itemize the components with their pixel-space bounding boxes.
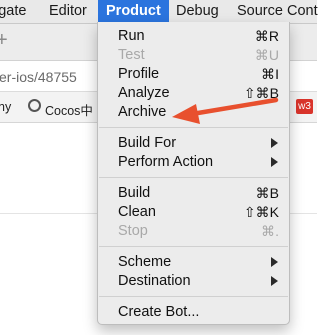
menubar-item-source-control[interactable]: Source Cont bbox=[237, 0, 318, 23]
menu-item-label: Analyze bbox=[118, 85, 170, 101]
menubar-item-product[interactable]: Product bbox=[98, 0, 169, 23]
menu-separator bbox=[99, 246, 288, 247]
menu-separator bbox=[99, 127, 288, 128]
submenu-arrow-icon bbox=[271, 276, 278, 286]
menu-item-shortcut: ⌘R bbox=[254, 28, 279, 44]
menubar-item-navigate[interactable]: igate bbox=[0, 0, 26, 23]
menu-separator bbox=[99, 177, 288, 178]
menu-item-label: Run bbox=[118, 28, 145, 44]
menubar-item-editor[interactable]: Editor bbox=[49, 0, 87, 23]
submenu-arrow-icon bbox=[271, 138, 278, 148]
menu-item-shortcut: ⌘. bbox=[261, 223, 279, 239]
menu-item-shortcut: ⌘I bbox=[261, 66, 279, 82]
menu-item-shortcut: ⇧⌘K bbox=[243, 204, 279, 220]
new-tab-plus-icon[interactable]: + bbox=[0, 30, 8, 50]
menu-item-label: Profile bbox=[118, 66, 160, 82]
menu-item-label: Create Bot... bbox=[118, 304, 200, 320]
bookmark-item[interactable]: Cocos中 bbox=[45, 100, 93, 119]
menu-item-label: Perform Action bbox=[118, 154, 214, 170]
menubar-item-debug[interactable]: Debug bbox=[176, 0, 219, 23]
menu-item-label: Archive bbox=[118, 104, 167, 120]
menu-item-shortcut: ⇧⌘B bbox=[243, 85, 279, 101]
submenu-arrow-icon bbox=[271, 257, 278, 267]
menu-item-label: Build For bbox=[118, 135, 177, 151]
menu-item-label: Clean bbox=[118, 204, 156, 220]
menu-item-label: Scheme bbox=[118, 254, 172, 270]
menu-item-shortcut: ⌘U bbox=[254, 47, 279, 63]
w3-badge-icon[interactable]: w3 bbox=[296, 99, 313, 114]
menu-item-shortcut: ⌘B bbox=[255, 185, 279, 201]
submenu-arrow-icon bbox=[271, 157, 278, 167]
menu-item-label: Destination bbox=[118, 273, 191, 289]
menu-separator bbox=[99, 296, 288, 297]
cocos-bookmark-icon bbox=[28, 99, 41, 112]
bookmark-item[interactable]: ny bbox=[0, 100, 11, 114]
menu-item-label: Test bbox=[118, 47, 145, 63]
menu-item-label: Build bbox=[118, 185, 151, 201]
menu-item-label: Stop bbox=[118, 223, 148, 239]
product-menu: Run ⌘R Test ⌘U Profile ⌘I Analyze ⇧⌘B Ar… bbox=[97, 22, 290, 325]
url-text: er-ios/48755 bbox=[0, 69, 77, 85]
menu-bar: igate Editor Product Debug Source Cont bbox=[0, 0, 318, 24]
